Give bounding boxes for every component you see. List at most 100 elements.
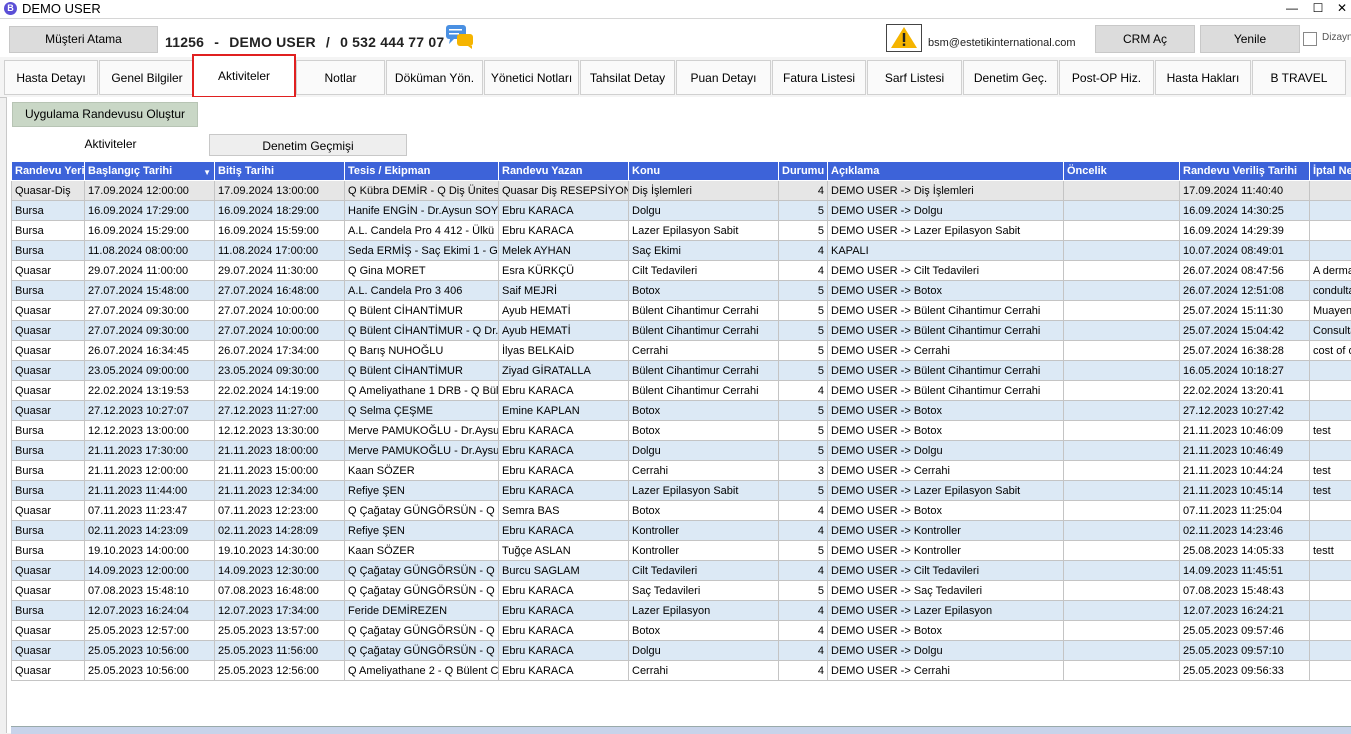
table-cell[interactable] xyxy=(1064,481,1180,501)
table-cell[interactable]: 25.07.2024 15:04:42 xyxy=(1180,321,1310,341)
table-cell[interactable]: 10.07.2024 08:49:01 xyxy=(1180,241,1310,261)
table-cell[interactable]: 5 xyxy=(779,421,828,441)
table-cell[interactable]: 5 xyxy=(779,221,828,241)
table-row[interactable]: Quasar25.05.2023 12:57:0025.05.2023 13:5… xyxy=(12,621,1351,641)
table-cell[interactable]: DEMO USER -> Kontroller xyxy=(828,541,1064,561)
table-cell[interactable] xyxy=(1064,541,1180,561)
table-cell[interactable]: Ebru KARACA xyxy=(499,661,629,681)
table-row[interactable]: Quasar23.05.2024 09:00:0023.05.2024 09:3… xyxy=(12,361,1351,381)
table-cell[interactable]: 27.07.2024 09:30:00 xyxy=(85,321,215,341)
table-cell[interactable]: DEMO USER -> Cerrahi xyxy=(828,661,1064,681)
table-cell[interactable]: 27.07.2024 10:00:00 xyxy=(215,301,345,321)
table-cell[interactable]: Ebru KARACA xyxy=(499,461,629,481)
table-cell[interactable]: 4 xyxy=(779,601,828,621)
table-cell[interactable]: Q Çağatay GÜNGÖRSÜN - Q xyxy=(345,641,499,661)
table-cell[interactable]: 25.07.2024 15:11:30 xyxy=(1180,301,1310,321)
table-cell[interactable] xyxy=(1064,221,1180,241)
table-cell[interactable] xyxy=(1310,401,1351,421)
table-cell[interactable]: 4 xyxy=(779,621,828,641)
table-cell[interactable]: 5 xyxy=(779,361,828,381)
table-cell[interactable] xyxy=(1310,661,1351,681)
table-cell[interactable]: Q Bülent CİHANTİMUR xyxy=(345,361,499,381)
table-cell[interactable]: DEMO USER -> Bülent Cihantimur Cerrahi xyxy=(828,381,1064,401)
table-cell[interactable]: 16.09.2024 15:29:00 xyxy=(85,221,215,241)
table-cell[interactable]: Quasar-Diş xyxy=(12,181,85,201)
table-cell[interactable]: 16.09.2024 15:59:00 xyxy=(215,221,345,241)
table-cell[interactable]: 02.11.2023 14:28:09 xyxy=(215,521,345,541)
table-cell[interactable]: Dolgu xyxy=(629,641,779,661)
col-header-durumu[interactable]: Durumu xyxy=(779,162,828,181)
table-cell[interactable]: 02.11.2023 14:23:46 xyxy=(1180,521,1310,541)
chat-bubbles-icon[interactable] xyxy=(445,24,475,48)
table-cell[interactable]: Muayene xyxy=(1310,301,1351,321)
table-cell[interactable]: Quasar Diş RESEPSİYON xyxy=(499,181,629,201)
table-cell[interactable]: DEMO USER -> Cilt Tedavileri xyxy=(828,561,1064,581)
table-cell[interactable]: Consultation xyxy=(1310,321,1351,341)
table-cell[interactable]: Bursa xyxy=(12,541,85,561)
table-cell[interactable]: DEMO USER -> Botox xyxy=(828,501,1064,521)
table-cell[interactable]: test xyxy=(1310,461,1351,481)
table-cell[interactable]: 5 xyxy=(779,281,828,301)
table-row[interactable]: Quasar27.12.2023 10:27:0727.12.2023 11:2… xyxy=(12,401,1351,421)
tab-post-op-hiz[interactable]: Post-OP Hiz. xyxy=(1059,60,1154,95)
table-cell[interactable]: DEMO USER -> Botox xyxy=(828,401,1064,421)
table-cell[interactable] xyxy=(1064,341,1180,361)
table-cell[interactable]: Lazer Epilasyon Sabit xyxy=(629,481,779,501)
table-cell[interactable]: 07.11.2023 11:25:04 xyxy=(1180,501,1310,521)
table-cell[interactable] xyxy=(1310,521,1351,541)
table-cell[interactable] xyxy=(1064,581,1180,601)
table-row[interactable]: Bursa21.11.2023 12:00:0021.11.2023 15:00… xyxy=(12,461,1351,481)
table-cell[interactable] xyxy=(1064,501,1180,521)
table-row[interactable]: Bursa16.09.2024 17:29:0016.09.2024 18:29… xyxy=(12,201,1351,221)
col-header-oncelik[interactable]: Öncelik xyxy=(1064,162,1180,181)
table-cell[interactable]: Refiye ŞEN xyxy=(345,481,499,501)
table-cell[interactable]: 21.11.2023 12:00:00 xyxy=(85,461,215,481)
table-cell[interactable] xyxy=(1064,281,1180,301)
table-cell[interactable]: Bursa xyxy=(12,461,85,481)
table-row[interactable]: Bursa16.09.2024 15:29:0016.09.2024 15:59… xyxy=(12,221,1351,241)
table-cell[interactable]: Quasar xyxy=(12,361,85,381)
table-cell[interactable]: 25.05.2023 13:57:00 xyxy=(215,621,345,641)
table-cell[interactable]: DEMO USER -> Cilt Tedavileri xyxy=(828,261,1064,281)
table-cell[interactable]: Cilt Tedavileri xyxy=(629,561,779,581)
col-header-randevu-yeri[interactable]: Randevu Yeri xyxy=(12,162,85,181)
close-button[interactable]: ✕ xyxy=(1329,0,1351,17)
tab-hasta-haklari[interactable]: Hasta Hakları xyxy=(1155,60,1251,95)
table-cell[interactable]: A.L. Candela Pro 4 412 - Ülkü xyxy=(345,221,499,241)
table-cell[interactable] xyxy=(1310,621,1351,641)
table-cell[interactable]: 11.08.2024 08:00:00 xyxy=(85,241,215,261)
table-cell[interactable] xyxy=(1064,621,1180,641)
table-cell[interactable]: 12.07.2023 16:24:04 xyxy=(85,601,215,621)
tab-notlar[interactable]: Notlar xyxy=(296,60,385,95)
tab-genel-bilgiler[interactable]: Genel Bilgiler xyxy=(99,60,195,95)
table-cell[interactable]: İlyas BELKAİD xyxy=(499,341,629,361)
table-cell[interactable]: Burcu SAGLAM xyxy=(499,561,629,581)
table-cell[interactable]: Ebru KARACA xyxy=(499,621,629,641)
table-cell[interactable]: Saif MEJRİ xyxy=(499,281,629,301)
table-cell[interactable]: 21.11.2023 10:45:14 xyxy=(1180,481,1310,501)
table-cell[interactable]: Q Gina MORET xyxy=(345,261,499,281)
table-cell[interactable]: Ebru KARACA xyxy=(499,441,629,461)
table-cell[interactable]: 12.12.2023 13:00:00 xyxy=(85,421,215,441)
table-cell[interactable]: Botox xyxy=(629,421,779,441)
table-cell[interactable]: Quasar xyxy=(12,341,85,361)
table-cell[interactable]: Q Çağatay GÜNGÖRSÜN - Q xyxy=(345,561,499,581)
table-cell[interactable]: 5 xyxy=(779,581,828,601)
table-cell[interactable]: KAPALI xyxy=(828,241,1064,261)
col-header-iptal-nedeni[interactable]: İptal Nedeni xyxy=(1310,162,1351,181)
table-cell[interactable] xyxy=(1064,361,1180,381)
table-cell[interactable]: Quasar xyxy=(12,401,85,421)
table-cell[interactable]: 17.09.2024 12:00:00 xyxy=(85,181,215,201)
table-cell[interactable]: 02.11.2023 14:23:09 xyxy=(85,521,215,541)
table-cell[interactable]: DEMO USER -> Lazer Epilasyon Sabit xyxy=(828,221,1064,241)
col-header-randevu-yazan[interactable]: Randevu Yazan xyxy=(499,162,629,181)
col-header-randevu-verilis-tarihi[interactable]: Randevu Veriliş Tarihi xyxy=(1180,162,1310,181)
table-cell[interactable]: 4 xyxy=(779,521,828,541)
table-cell[interactable]: 25.05.2023 09:57:46 xyxy=(1180,621,1310,641)
tab-aktiviteler[interactable]: Aktiviteler xyxy=(192,54,296,98)
table-cell[interactable]: 5 xyxy=(779,321,828,341)
table-cell[interactable]: 4 xyxy=(779,501,828,521)
table-cell[interactable]: 22.02.2024 14:19:00 xyxy=(215,381,345,401)
table-cell[interactable]: Q Çağatay GÜNGÖRSÜN - Q xyxy=(345,621,499,641)
table-cell[interactable]: Kaan SÖZER xyxy=(345,461,499,481)
